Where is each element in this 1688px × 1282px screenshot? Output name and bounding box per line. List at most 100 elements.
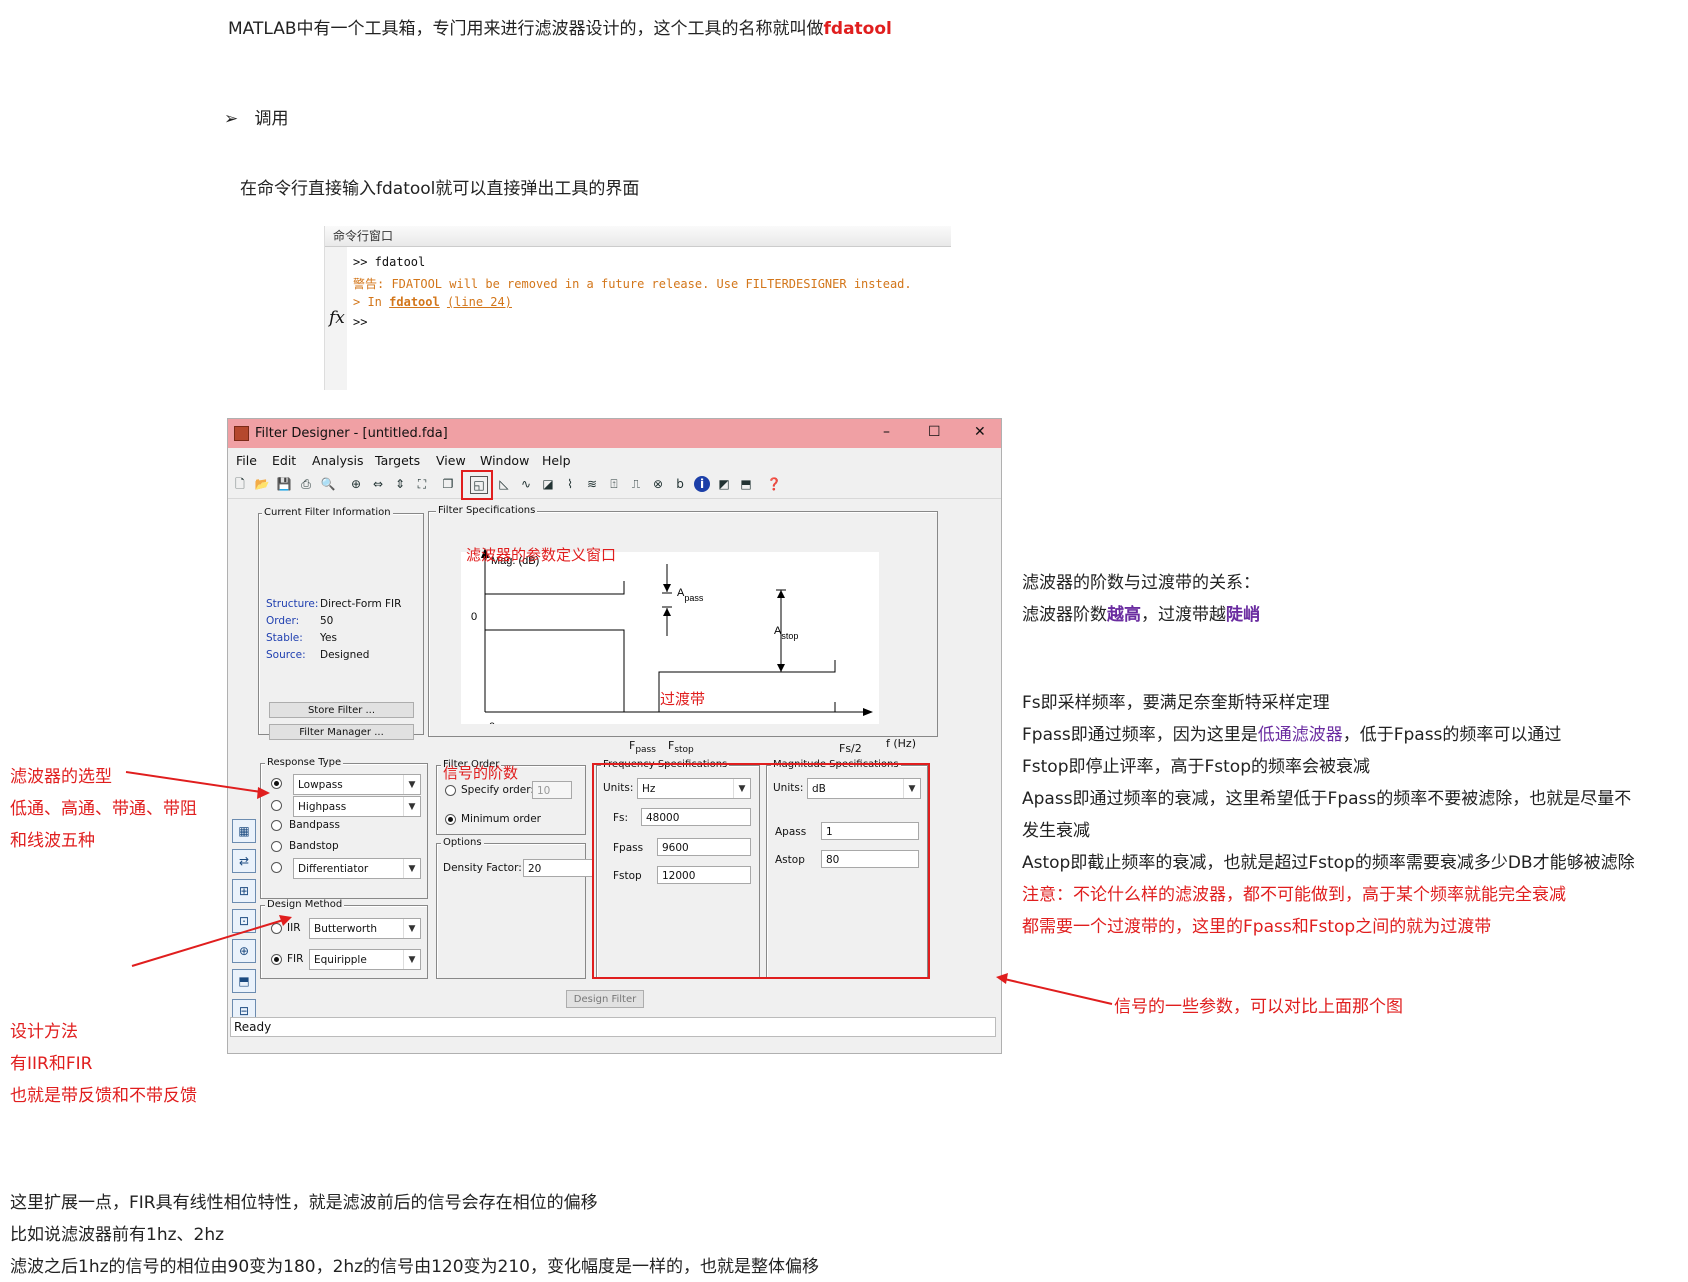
menu-analysis[interactable]: Analysis [312, 453, 364, 468]
params-arrow [999, 977, 1113, 1005]
close-button[interactable]: ✕ [974, 424, 986, 440]
pole-zero-side-icon[interactable]: ⊕ [232, 939, 256, 963]
design-filter-side-icon[interactable]: ▦ [232, 819, 256, 843]
invoke-line: 在命令行直接输入fdatool就可以直接弹出工具的界面 [240, 179, 640, 199]
order-relation-heading: 滤波器的阶数与过渡带的关系： [1022, 573, 1260, 593]
filter-designer-window: Filter Designer - [untitled.fda] – ☐ ✕ F… [227, 418, 1002, 1054]
fs2-label: Fs/2 [839, 742, 862, 755]
menu-help[interactable]: Help [542, 453, 571, 468]
menu-file[interactable]: File [236, 453, 257, 468]
menu-targets[interactable]: Targets [375, 453, 420, 468]
minimum-order-radio[interactable] [445, 814, 456, 825]
quantize-side-icon[interactable]: ⊞ [232, 879, 256, 903]
new-file-icon[interactable]: 🗋 [232, 476, 248, 492]
specify-order-radio[interactable] [445, 785, 456, 796]
stack-func-link[interactable]: fdatool [389, 295, 440, 309]
transform-side-icon[interactable]: ⇄ [232, 849, 256, 873]
menu-bar: File Edit Analysis Targets View Window H… [228, 448, 1001, 472]
import-side-icon[interactable]: ⬒ [232, 969, 256, 993]
astop-note: Astop即截止频率的衰减，也就是超过Fstop的频率需要衰减多少DB才能够被滤… [1022, 853, 1635, 873]
order-relation-c: ，过渡带越 [1141, 605, 1226, 625]
fir-label: FIR [287, 953, 304, 965]
bandpass-radio[interactable] [271, 820, 282, 831]
selection-annotation-3: 和线波五种 [10, 831, 95, 851]
info-icon[interactable]: i [694, 476, 710, 492]
bottom-line-1: 这里扩展一点，FIR具有线性相位特性，就是滤波前后的信号会存在相位的偏移 [10, 1193, 598, 1213]
pole-zero-icon[interactable]: ⊗ [650, 476, 666, 492]
fir-radio[interactable] [271, 954, 282, 965]
save-icon[interactable]: 💾 [276, 476, 292, 492]
bullet-text: 调用 [254, 109, 289, 129]
phase-icon[interactable]: ∿ [518, 476, 534, 492]
zoom-x-icon[interactable]: ⇔ [370, 476, 386, 492]
density-input[interactable]: 20 [523, 859, 593, 877]
differentiator-radio[interactable] [271, 862, 282, 873]
menu-edit[interactable]: Edit [272, 453, 296, 468]
noise-icon[interactable]: ◩ [716, 476, 732, 492]
differentiator-select[interactable]: Differentiator ▼ [293, 858, 421, 879]
order-relation-d: 陡峭 [1226, 605, 1260, 625]
command-prompt-1: >> fdatool [353, 255, 426, 269]
response-type-label: Response Type [265, 757, 344, 768]
transition-annotation: 过渡带 [660, 690, 706, 708]
filter-manager-button[interactable]: Filter Manager ... [269, 724, 414, 740]
iir-radio[interactable] [271, 923, 282, 934]
matlab-logo-icon [234, 426, 249, 441]
caution-note-1: 注意：不论什么样的滤波器，都不可能做到，高于某个频率就能完全衰减 [1022, 885, 1566, 905]
realize-side-icon[interactable]: ⊡ [232, 909, 256, 933]
fir-method-select[interactable]: Equiripple ▼ [309, 949, 421, 970]
fx-icon[interactable]: fx [329, 308, 345, 328]
maximize-button[interactable]: ☐ [928, 424, 941, 440]
selection-annotation-1: 滤波器的选型 [10, 767, 112, 787]
phase-delay-icon[interactable]: ≋ [584, 476, 600, 492]
print-icon[interactable]: ⎙ [298, 476, 314, 492]
source-key: Source: [266, 649, 306, 661]
options-panel: Options Density Factor: 20 [436, 837, 593, 979]
minimize-button[interactable]: – [883, 424, 890, 440]
current-info-label: Current Filter Information [262, 507, 393, 518]
full-view-icon[interactable]: ⛶ [414, 476, 430, 492]
specs-highlight-box [592, 763, 930, 979]
zero-y-label: 0 [471, 611, 477, 623]
magnitude-icon[interactable]: ◺ [496, 476, 512, 492]
new-window-icon[interactable]: ❐ [440, 476, 456, 492]
command-prompt-2[interactable]: >> [353, 315, 367, 329]
coefficients-icon[interactable]: b [672, 476, 688, 492]
bullet-line: ➢ 调用 [224, 104, 288, 129]
stack-line-link[interactable]: (line 24) [447, 295, 512, 309]
lowpass-radio[interactable] [271, 778, 282, 789]
specify-order-input[interactable]: 10 [532, 781, 572, 799]
stable-key: Stable: [266, 632, 303, 644]
structure-value: Direct-Form FIR [320, 598, 402, 610]
intro-line: MATLAB中有一个工具箱，专门用来进行滤波器设计的，这个工具的名称就叫做fda… [228, 14, 892, 39]
menu-window[interactable]: Window [480, 453, 529, 468]
print-preview-icon[interactable]: 🔍 [320, 476, 336, 492]
round-noise-icon[interactable]: ⬒ [738, 476, 754, 492]
menu-view[interactable]: View [436, 453, 466, 468]
toolbar: 🗋 📂 💾 ⎙ 🔍 ⊕ ⇔ ⇕ ⛶ ❐ ◱ ◺ ∿ ◪ ⌇ ≋ ⍐ ⎍ ⊗ b … [228, 470, 1001, 500]
iir-method-select[interactable]: Butterworth ▼ [309, 918, 421, 939]
bandstop-radio[interactable] [271, 841, 282, 852]
highpass-radio[interactable] [271, 800, 282, 811]
order-key: Order: [266, 615, 300, 627]
whats-this-icon[interactable]: ❓ [766, 476, 782, 492]
highpass-select[interactable]: Highpass ▼ [293, 796, 421, 817]
param-window-annotation: 滤波器的参数定义窗口 [466, 546, 617, 564]
design-filter-button[interactable]: Design Filter [566, 990, 644, 1008]
step-icon[interactable]: ⎍ [628, 476, 644, 492]
store-filter-button[interactable]: Store Filter ... [269, 702, 414, 718]
zoom-in-icon[interactable]: ⊕ [348, 476, 364, 492]
intro-text: MATLAB中有一个工具箱，专门用来进行滤波器设计的，这个工具的名称就叫做 [228, 19, 824, 39]
lowpass-select[interactable]: Lowpass ▼ [293, 774, 421, 795]
apass-note-2: 发生衰减 [1022, 821, 1090, 841]
mag-phase-icon[interactable]: ◪ [540, 476, 556, 492]
impulse-icon[interactable]: ⍐ [606, 476, 622, 492]
chevron-down-icon: ▼ [403, 919, 420, 938]
open-icon[interactable]: 📂 [254, 476, 270, 492]
order-relation-line: 滤波器阶数越高，过渡带越陡峭 [1022, 600, 1260, 625]
zoom-y-icon[interactable]: ⇕ [392, 476, 408, 492]
design-method-panel: Design Method IIR Butterworth ▼ FIR Equir… [260, 899, 428, 979]
density-label: Density Factor: [443, 862, 522, 874]
fpass-label: Fpass [629, 739, 656, 756]
group-delay-icon[interactable]: ⌇ [562, 476, 578, 492]
